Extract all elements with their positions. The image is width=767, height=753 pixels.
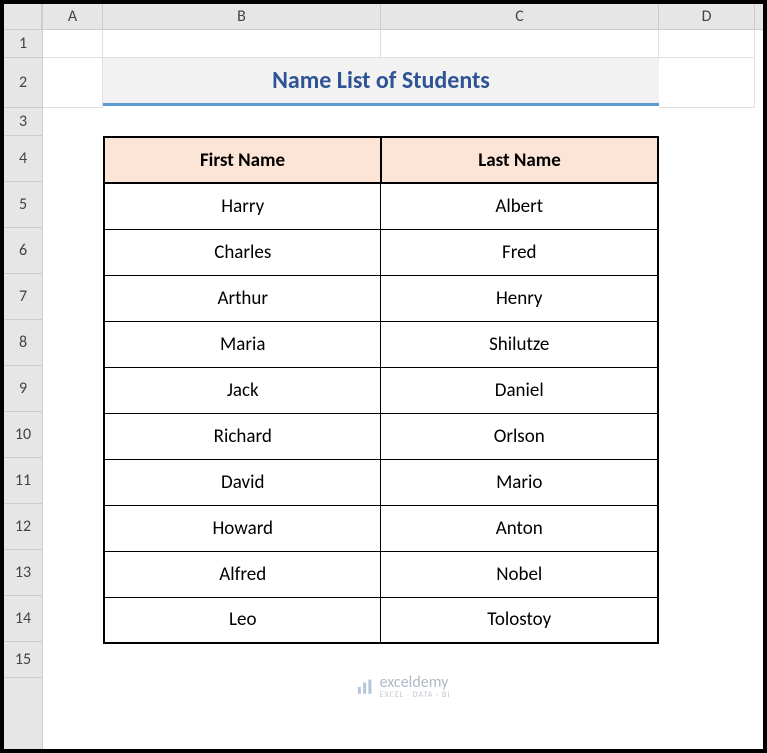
title-cell[interactable]: Name List of Students — [103, 58, 659, 106]
cell-last-name[interactable]: Henry — [381, 275, 658, 321]
table-row: HarryAlbert — [104, 183, 658, 229]
table-row: DavidMario — [104, 459, 658, 505]
cells-grid: Name List of Students First Name Last Na… — [43, 30, 763, 749]
row-header-8[interactable]: 8 — [4, 320, 42, 366]
row-header-6[interactable]: 6 — [4, 228, 42, 274]
cell-d1[interactable] — [659, 30, 755, 58]
cell-first-name[interactable]: Maria — [104, 321, 381, 367]
cell-last-name[interactable]: Mario — [381, 459, 658, 505]
table-row: LeoTolostoy — [104, 597, 658, 643]
col-header-d[interactable]: D — [659, 4, 755, 29]
cell-first-name[interactable]: Richard — [104, 413, 381, 459]
row-headers-column: 1 2 3 4 5 6 7 8 9 10 11 12 13 14 15 — [4, 4, 43, 749]
row-header-1[interactable]: 1 — [4, 30, 42, 58]
row-header-13[interactable]: 13 — [4, 550, 42, 596]
header-first-name[interactable]: First Name — [104, 137, 381, 183]
cell-first-name[interactable]: Alfred — [104, 551, 381, 597]
cell-first-name[interactable]: Charles — [104, 229, 381, 275]
cell-last-name[interactable]: Albert — [381, 183, 658, 229]
col-header-a[interactable]: A — [43, 4, 103, 29]
cell-first-name[interactable]: Jack — [104, 367, 381, 413]
cell-last-name[interactable]: Fred — [381, 229, 658, 275]
main-grid-area: A B C D Name List of Students — [43, 4, 763, 749]
chart-icon — [356, 678, 374, 696]
cell-last-name[interactable]: Nobel — [381, 551, 658, 597]
watermark-brand: exceldemy — [380, 675, 451, 691]
cell-b1[interactable] — [103, 30, 381, 58]
cell-first-name[interactable]: Leo — [104, 597, 381, 643]
watermark-tagline: EXCEL · DATA · BI — [380, 691, 451, 699]
cell-last-name[interactable]: Daniel — [381, 367, 658, 413]
cell-last-name[interactable]: Shilutze — [381, 321, 658, 367]
table-row: RichardOrlson — [104, 413, 658, 459]
cell-d2[interactable] — [659, 58, 755, 108]
cell-first-name[interactable]: Howard — [104, 505, 381, 551]
row-header-10[interactable]: 10 — [4, 412, 42, 458]
table-row: ArthurHenry — [104, 275, 658, 321]
row-header-12[interactable]: 12 — [4, 504, 42, 550]
row-header-4[interactable]: 4 — [4, 136, 42, 182]
cell-last-name[interactable]: Anton — [381, 505, 658, 551]
student-table: First Name Last Name HarryAlbert Charles… — [103, 136, 659, 644]
table-row: CharlesFred — [104, 229, 658, 275]
cell-a1[interactable] — [43, 30, 103, 58]
row-header-2[interactable]: 2 — [4, 58, 42, 108]
watermark: exceldemy EXCEL · DATA · BI — [356, 675, 451, 699]
data-table-container: First Name Last Name HarryAlbert Charles… — [103, 136, 659, 644]
cell-first-name[interactable]: Arthur — [104, 275, 381, 321]
cell-first-name[interactable]: Harry — [104, 183, 381, 229]
col-header-b[interactable]: B — [103, 4, 381, 29]
select-all-corner[interactable] — [4, 4, 42, 30]
table-row: AlfredNobel — [104, 551, 658, 597]
cell-first-name[interactable]: David — [104, 459, 381, 505]
header-last-name[interactable]: Last Name — [381, 137, 658, 183]
table-body: HarryAlbert CharlesFred ArthurHenry Mari… — [104, 183, 658, 643]
spreadsheet: 1 2 3 4 5 6 7 8 9 10 11 12 13 14 15 A B … — [4, 4, 763, 749]
column-headers-row: A B C D — [43, 4, 763, 30]
row-header-3[interactable]: 3 — [4, 108, 42, 136]
cell-last-name[interactable]: Tolostoy — [381, 597, 658, 643]
col-header-c[interactable]: C — [381, 4, 659, 29]
table-row: JackDaniel — [104, 367, 658, 413]
row-header-11[interactable]: 11 — [4, 458, 42, 504]
row-header-5[interactable]: 5 — [4, 182, 42, 228]
row-header-9[interactable]: 9 — [4, 366, 42, 412]
table-row: HowardAnton — [104, 505, 658, 551]
cell-c1[interactable] — [381, 30, 659, 58]
cell-a2[interactable] — [43, 58, 103, 108]
cell-last-name[interactable]: Orlson — [381, 413, 658, 459]
row-header-7[interactable]: 7 — [4, 274, 42, 320]
table-row: MariaShilutze — [104, 321, 658, 367]
row-header-14[interactable]: 14 — [4, 596, 42, 642]
row-header-15[interactable]: 15 — [4, 642, 42, 678]
